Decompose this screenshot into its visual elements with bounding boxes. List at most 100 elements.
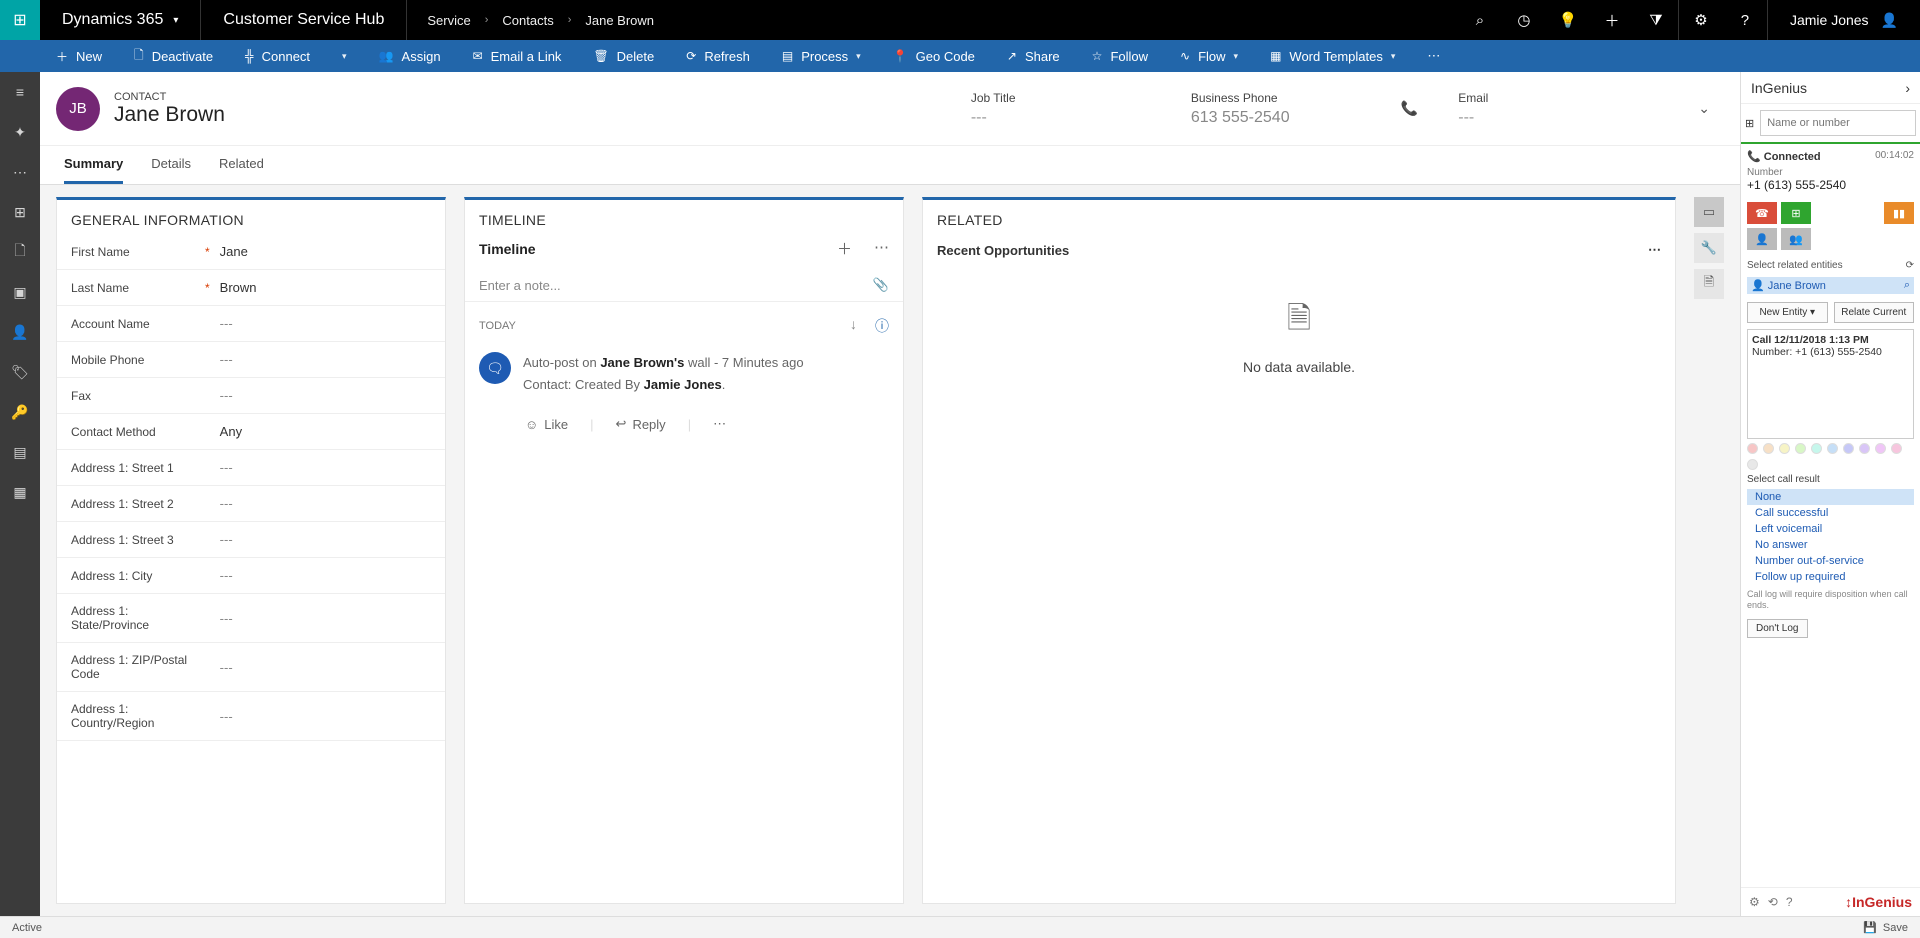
- cmd-flow[interactable]: ∿Flow▾: [1164, 40, 1254, 72]
- search-icon[interactable]: ⌕: [1458, 0, 1502, 40]
- header-field-value[interactable]: ---: [971, 109, 1171, 127]
- lightbulb-icon[interactable]: 💡: [1546, 0, 1590, 40]
- hold-button[interactable]: ▮▮: [1884, 202, 1914, 224]
- timeline-add[interactable]: ＋: [837, 238, 852, 259]
- cmd-assign[interactable]: 👥Assign: [363, 40, 457, 72]
- assist-tool[interactable]: 🔧: [1694, 233, 1724, 263]
- brand[interactable]: Dynamics 365 ▾: [40, 0, 200, 40]
- breadcrumb-item[interactable]: Contacts: [502, 13, 553, 28]
- post-more[interactable]: ⋯: [713, 416, 726, 432]
- cmd-geocode[interactable]: 📍Geo Code: [877, 40, 991, 72]
- dialpad-icon[interactable]: ⊞: [1745, 117, 1754, 130]
- keypad-button[interactable]: ⊞: [1781, 202, 1811, 224]
- nav-item[interactable]: 🏷: [0, 352, 40, 392]
- call-result-option[interactable]: Call successful: [1747, 505, 1914, 521]
- related-more[interactable]: ⋯: [1648, 242, 1661, 258]
- info-icon[interactable]: ⓘ: [875, 316, 889, 336]
- call-log[interactable]: Call 12/11/2018 1:13 PM Number: +1 (613)…: [1747, 329, 1914, 439]
- cmd-more[interactable]: ⋯: [1411, 40, 1456, 72]
- relate-current-button[interactable]: Relate Current: [1834, 302, 1915, 323]
- breadcrumb-item[interactable]: Jane Brown: [585, 13, 654, 28]
- cmd-refresh[interactable]: ⟳Refresh: [670, 40, 766, 72]
- field-value[interactable]: ---: [220, 460, 233, 475]
- nav-item[interactable]: ▤: [0, 432, 40, 472]
- nav-hamburger[interactable]: ≡: [0, 72, 40, 112]
- field-value[interactable]: Jane: [220, 244, 248, 259]
- field-value[interactable]: Any: [220, 424, 242, 439]
- cmd-share[interactable]: ↗Share: [991, 40, 1076, 72]
- timeline-more[interactable]: ⋯: [874, 238, 889, 259]
- save-button[interactable]: 💾 Save: [1863, 921, 1908, 934]
- nav-item[interactable]: ▣: [0, 272, 40, 312]
- gear-icon[interactable]: ⚙: [1679, 0, 1723, 40]
- gear-icon[interactable]: ⚙: [1749, 895, 1760, 909]
- call-result-option[interactable]: Follow up required: [1747, 569, 1914, 585]
- cmd-word-templates[interactable]: ▦Word Templates▾: [1254, 40, 1411, 72]
- cmd-connect[interactable]: ╬Connect: [229, 40, 326, 72]
- field-value[interactable]: ---: [220, 709, 233, 724]
- nav-item[interactable]: ✦: [0, 112, 40, 152]
- field-value[interactable]: ---: [220, 388, 233, 403]
- filter-icon[interactable]: ⧩: [1634, 0, 1678, 40]
- field-value[interactable]: ---: [220, 352, 233, 367]
- tab-related[interactable]: Related: [219, 156, 264, 184]
- general-info-card: GENERAL INFORMATION First Name*JaneLast …: [56, 197, 446, 904]
- call-result-option[interactable]: Left voicemail: [1747, 521, 1914, 537]
- field-value[interactable]: ---: [220, 611, 233, 626]
- task-icon[interactable]: ◷: [1502, 0, 1546, 40]
- dial-input[interactable]: [1760, 110, 1916, 136]
- transfer-button[interactable]: 👤: [1747, 228, 1777, 250]
- cmd-connect-dropdown[interactable]: ▾: [326, 40, 363, 72]
- user-menu[interactable]: Jamie Jones 👤: [1768, 0, 1920, 40]
- cmd-deactivate[interactable]: 🗋Deactivate: [118, 40, 229, 72]
- cmd-delete[interactable]: 🗑Delete: [577, 40, 670, 72]
- nav-item[interactable]: ⊞: [0, 192, 40, 232]
- phone-icon[interactable]: 📞: [1401, 100, 1418, 117]
- reply-button[interactable]: ↩Reply: [616, 416, 666, 432]
- cmd-new[interactable]: ＋New: [40, 40, 118, 72]
- expand-icon[interactable]: ›: [1905, 80, 1910, 96]
- header-field-value[interactable]: 613 555-2540: [1191, 109, 1391, 127]
- help-icon[interactable]: ?: [1786, 895, 1793, 909]
- attachment-icon[interactable]: 📎: [873, 277, 889, 293]
- dont-log-button[interactable]: Don't Log: [1747, 619, 1808, 638]
- related-entity[interactable]: 👤 Jane Brown ⌕: [1747, 277, 1914, 294]
- app-launcher-icon[interactable]: ⊞: [0, 0, 40, 40]
- nav-item[interactable]: 🗋: [0, 232, 40, 272]
- assist-tool[interactable]: ▭: [1694, 197, 1724, 227]
- hub-name[interactable]: Customer Service Hub: [201, 0, 406, 40]
- field-value[interactable]: ---: [220, 496, 233, 511]
- field-value[interactable]: ---: [220, 660, 233, 675]
- cmd-process[interactable]: ▤Process▾: [766, 40, 877, 72]
- call-result-option[interactable]: No answer: [1747, 537, 1914, 553]
- hangup-button[interactable]: ☎: [1747, 202, 1777, 224]
- add-icon[interactable]: ＋: [1590, 0, 1634, 40]
- cmd-email-link[interactable]: ✉Email a Link: [457, 40, 578, 72]
- search-icon[interactable]: ⌕: [1904, 279, 1910, 292]
- call-result-option[interactable]: Number out-of-service: [1747, 553, 1914, 569]
- nav-item[interactable]: ▦: [0, 472, 40, 512]
- field-value[interactable]: ---: [220, 532, 233, 547]
- tab-summary[interactable]: Summary: [64, 156, 123, 184]
- tab-details[interactable]: Details: [151, 156, 191, 184]
- expand-header[interactable]: ⌄: [1668, 100, 1740, 117]
- field-value[interactable]: Brown: [220, 280, 257, 295]
- conference-button[interactable]: 👥: [1781, 228, 1811, 250]
- field-value[interactable]: ---: [220, 316, 233, 331]
- nav-item[interactable]: ⋯: [0, 152, 40, 192]
- history-icon[interactable]: ⟲: [1768, 895, 1778, 909]
- nav-item[interactable]: 👤: [0, 312, 40, 352]
- cmd-follow[interactable]: ☆Follow: [1076, 40, 1164, 72]
- assist-tool[interactable]: 🗎: [1694, 269, 1724, 299]
- sort-icon[interactable]: ↓: [850, 316, 857, 336]
- call-result-option[interactable]: None: [1747, 489, 1914, 505]
- like-button[interactable]: ☺Like: [525, 417, 568, 432]
- new-entity-button[interactable]: New Entity ▾: [1747, 302, 1828, 323]
- field-value[interactable]: ---: [220, 568, 233, 583]
- header-field-value[interactable]: ---: [1458, 109, 1658, 127]
- help-icon[interactable]: ?: [1723, 0, 1767, 40]
- nav-item[interactable]: 🔑: [0, 392, 40, 432]
- breadcrumb-item[interactable]: Service: [427, 13, 470, 28]
- refresh-icon[interactable]: ⟳: [1906, 260, 1914, 271]
- note-input[interactable]: Enter a note...: [479, 278, 561, 293]
